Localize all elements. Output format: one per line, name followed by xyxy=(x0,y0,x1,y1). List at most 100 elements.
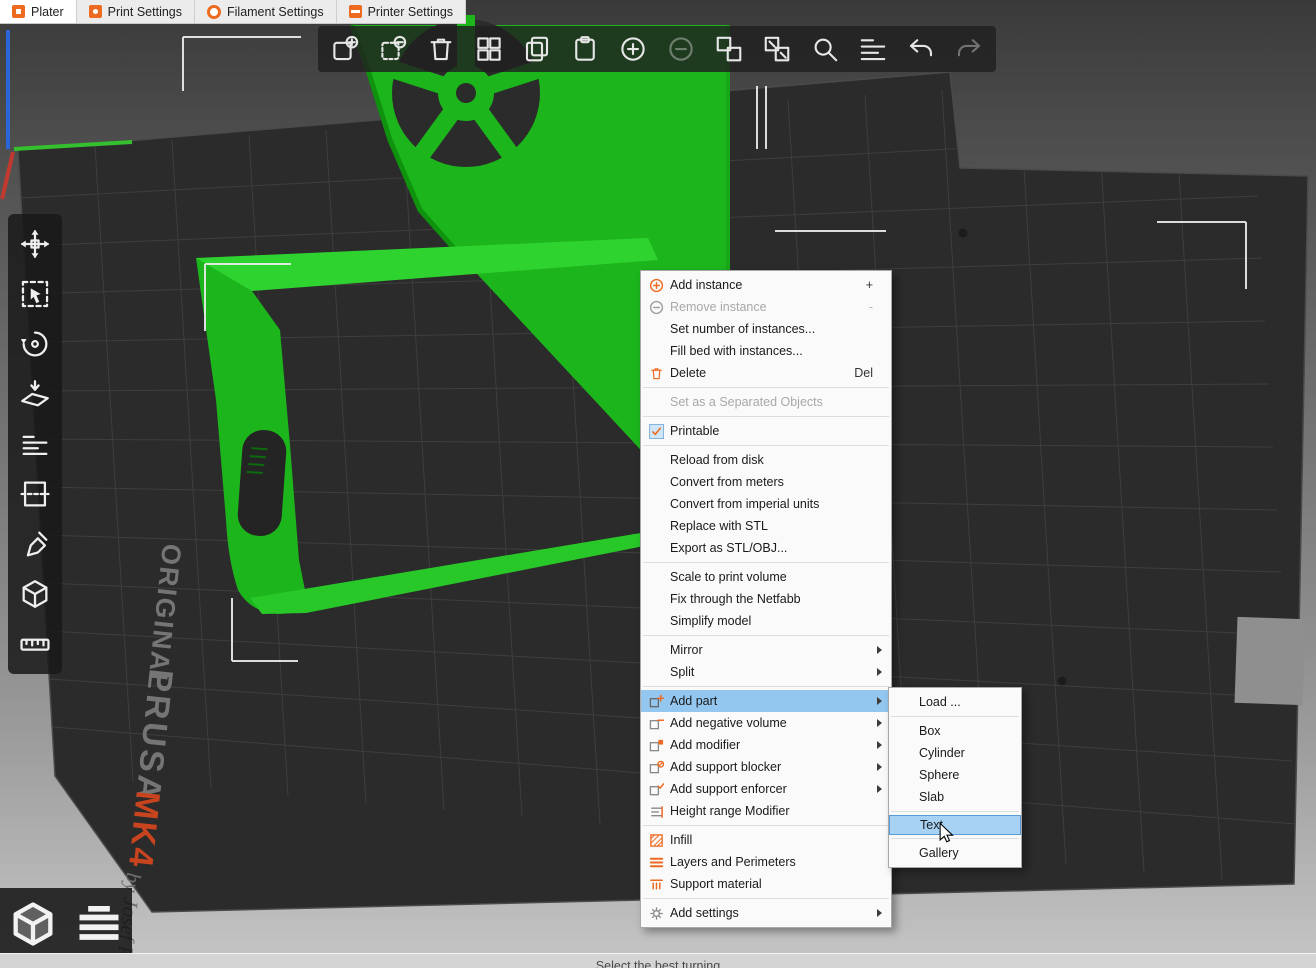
tab-printer-settings[interactable]: Printer Settings xyxy=(336,0,467,23)
add-modifier-icon xyxy=(645,737,667,753)
remove-object-icon[interactable] xyxy=(376,32,410,66)
submenu-arrow-icon xyxy=(873,644,885,656)
paste-icon[interactable] xyxy=(568,32,602,66)
submenu-arrow-icon xyxy=(873,739,885,751)
tab-print-settings[interactable]: Print Settings xyxy=(76,0,195,23)
menu-item-replace-with-stl[interactable]: Replace with STL xyxy=(641,515,891,537)
preview-layers-view-icon[interactable] xyxy=(73,898,125,955)
printer-settings-icon xyxy=(348,5,362,18)
submenu-item-slab[interactable]: Slab xyxy=(889,786,1021,808)
menu-separator xyxy=(643,686,889,687)
submenu-arrow-icon xyxy=(873,761,885,773)
menu-item-infill[interactable]: Infill xyxy=(641,829,891,851)
menu-separator xyxy=(643,445,889,446)
cut-icon[interactable] xyxy=(17,476,53,512)
measure-icon[interactable] xyxy=(17,626,53,662)
remove-instance-icon[interactable] xyxy=(664,32,698,66)
tab-label: Plater xyxy=(31,4,64,19)
add-support-enforcer-icon xyxy=(645,781,667,797)
submenu-arrow-icon xyxy=(873,907,885,919)
menu-item-split[interactable]: Split xyxy=(641,661,891,683)
menu-item-add-support-enforcer[interactable]: Add support enforcer xyxy=(641,778,891,800)
submenu-item-box[interactable]: Box xyxy=(889,720,1021,742)
tab-filament-settings[interactable]: Filament Settings xyxy=(195,0,337,23)
place-on-face-icon[interactable] xyxy=(17,376,53,412)
add-object-icon[interactable] xyxy=(328,32,362,66)
submenu-item-load[interactable]: Load ... xyxy=(889,691,1021,713)
arrange-icon[interactable] xyxy=(472,32,506,66)
move-icon[interactable] xyxy=(17,226,53,262)
menu-separator xyxy=(891,838,1019,839)
bed-brand-mk4: MK4 xyxy=(121,789,167,870)
search-icon[interactable] xyxy=(808,32,842,66)
menu-item-convert-from-imperial-units[interactable]: Convert from imperial units xyxy=(641,493,891,515)
remove-instance-icon xyxy=(645,299,667,315)
menu-item-add-settings[interactable]: Add settings xyxy=(641,902,891,924)
layers-and-perimeters-icon xyxy=(645,854,667,870)
tab-label: Filament Settings xyxy=(227,4,324,19)
height-range-modifier-icon xyxy=(645,803,667,819)
submenu-arrow-icon xyxy=(873,717,885,729)
bed-hole xyxy=(958,228,968,238)
model-slot xyxy=(237,430,287,536)
menu-item-fill-bed-with-instances[interactable]: Fill bed with instances... xyxy=(641,340,891,362)
menu-item-layers-and-perimeters[interactable]: Layers and Perimeters xyxy=(641,851,891,873)
status-text: Select the best turning xyxy=(595,959,721,968)
printable-checkbox-icon xyxy=(648,423,664,439)
delete-all-icon[interactable] xyxy=(424,32,458,66)
menu-item-add-negative-volume[interactable]: Add negative volume xyxy=(641,712,891,734)
menu-separator xyxy=(643,898,889,899)
submenu-arrow-icon xyxy=(873,695,885,707)
menu-separator xyxy=(891,811,1019,812)
tab-plater[interactable]: Plater xyxy=(0,0,77,23)
menu-item-add-support-blocker[interactable]: Add support blocker xyxy=(641,756,891,778)
menu-item-set-as-separated-objects[interactable]: Set as a Separated Objects xyxy=(641,391,891,413)
submenu-item-gallery[interactable]: Gallery xyxy=(889,842,1021,864)
copy-icon[interactable] xyxy=(520,32,554,66)
menu-separator xyxy=(643,562,889,563)
fuzzy-skin-icon[interactable] xyxy=(17,576,53,612)
menu-item-add-part[interactable]: Add part xyxy=(641,690,891,712)
submenu-item-cylinder[interactable]: Cylinder xyxy=(889,742,1021,764)
add-instance-icon xyxy=(645,277,667,293)
menu-item-export-as-stl-obj[interactable]: Export as STL/OBJ... xyxy=(641,537,891,559)
select-icon[interactable] xyxy=(17,276,53,312)
seam-paint-icon[interactable] xyxy=(17,526,53,562)
menu-item-remove-instance[interactable]: Remove instance - xyxy=(641,296,891,318)
menu-separator xyxy=(643,416,889,417)
menu-item-printable[interactable]: Printable xyxy=(641,420,891,442)
add-part-icon xyxy=(645,693,667,709)
menu-item-set-number-of-instances[interactable]: Set number of instances... xyxy=(641,318,891,340)
tab-label: Print Settings xyxy=(107,4,182,19)
menu-separator xyxy=(643,825,889,826)
undo-icon[interactable] xyxy=(904,32,938,66)
menu-item-scale-to-print-volume[interactable]: Scale to print volume xyxy=(641,566,891,588)
menu-separator xyxy=(891,716,1019,717)
submenu-item-text[interactable]: Text xyxy=(889,815,1021,835)
variable-layer-icon[interactable] xyxy=(17,426,53,462)
menu-item-mirror[interactable]: Mirror xyxy=(641,639,891,661)
redo-icon[interactable] xyxy=(952,32,986,66)
add-support-blocker-icon xyxy=(645,759,667,775)
submenu-item-sphere[interactable]: Sphere xyxy=(889,764,1021,786)
menu-item-fix-through-netfabb[interactable]: Fix through the Netfabb xyxy=(641,588,891,610)
3d-editor-view-icon[interactable] xyxy=(7,898,59,955)
menu-item-add-modifier[interactable]: Add modifier xyxy=(641,734,891,756)
add-instance-icon[interactable] xyxy=(616,32,650,66)
menu-item-delete[interactable]: Delete Del xyxy=(641,362,891,384)
menu-item-simplify-model[interactable]: Simplify model xyxy=(641,610,891,632)
trash-icon xyxy=(645,365,667,381)
menu-item-support-material[interactable]: Support material xyxy=(641,873,891,895)
split-to-parts-icon[interactable] xyxy=(760,32,794,66)
bed-hole xyxy=(1057,676,1067,686)
split-to-objects-icon[interactable] xyxy=(712,32,746,66)
object-toolbar xyxy=(318,26,996,72)
rotate-icon[interactable] xyxy=(17,326,53,362)
infill-icon xyxy=(645,832,667,848)
plater-icon xyxy=(12,5,25,18)
menu-item-height-range-modifier[interactable]: Height range Modifier xyxy=(641,800,891,822)
menu-item-add-instance[interactable]: Add instance + xyxy=(641,274,891,296)
variable-layer-height-icon[interactable] xyxy=(856,32,890,66)
menu-item-convert-from-meters[interactable]: Convert from meters xyxy=(641,471,891,493)
menu-item-reload-from-disk[interactable]: Reload from disk xyxy=(641,449,891,471)
